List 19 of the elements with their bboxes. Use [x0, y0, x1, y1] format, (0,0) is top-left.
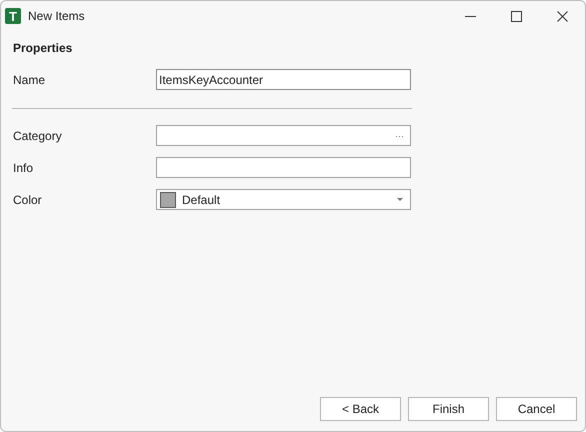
dropdown-value: Default — [182, 192, 222, 206]
dialog-button[interactable]: Finish — [408, 397, 489, 421]
field-label: Name — [12, 72, 46, 86]
color-dropdown[interactable]: Default — [156, 189, 411, 210]
info-field[interactable] — [156, 157, 411, 178]
close-icon — [556, 10, 568, 22]
browse-button[interactable]: ··· — [389, 130, 410, 140]
name-field[interactable]: ItemsKeyAccounter — [156, 69, 411, 90]
section-title: Properties — [13, 41, 74, 55]
dialog-button[interactable]: Cancel — [496, 397, 577, 421]
window-title: New Items — [28, 9, 86, 23]
field-label: Category — [12, 128, 63, 142]
field-label: Color — [12, 192, 43, 206]
category-field[interactable]: ··· — [156, 125, 411, 146]
field-label: Info — [12, 160, 34, 174]
dropdown-caret-icon — [397, 198, 403, 201]
app-logo: T — [5, 8, 21, 24]
dialog-button[interactable]: < Back — [320, 397, 401, 421]
maximize-icon — [510, 10, 522, 22]
